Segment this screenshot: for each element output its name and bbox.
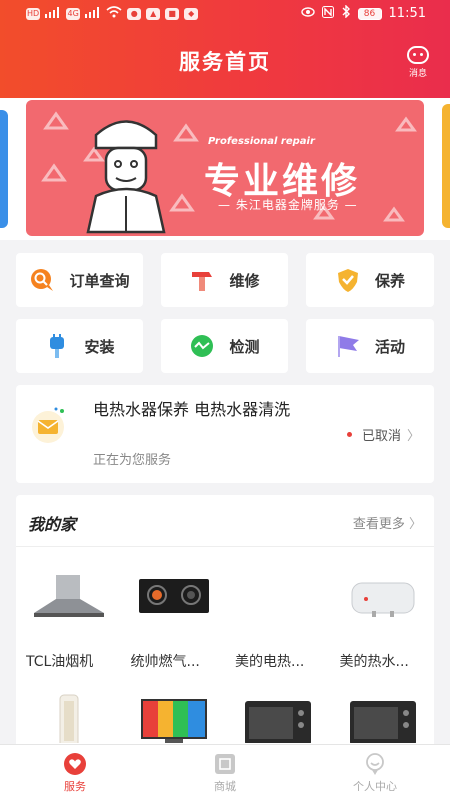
view-more-link[interactable]: 查看更多 〉: [353, 513, 422, 532]
app-notification-icon: ◆: [184, 7, 199, 20]
tab-label: 服务: [64, 780, 86, 793]
heart-icon: [64, 753, 86, 775]
shield-icon: [335, 267, 361, 293]
clock: 11:51: [388, 6, 426, 21]
status-right: 86 11:51: [300, 4, 426, 22]
appliance-name: 美的电热...: [235, 654, 305, 670]
tab-label: 个人中心: [353, 780, 397, 793]
carousel-prev-card[interactable]: [0, 110, 8, 228]
eye-icon: [300, 6, 315, 21]
battery-icon: 86: [357, 7, 382, 20]
network-4g-badge: 4G: [66, 7, 81, 20]
range-hood-icon: [34, 575, 104, 617]
service-order-query[interactable]: 订单查询: [16, 253, 143, 307]
tab-profile[interactable]: 个人中心: [300, 745, 450, 800]
appliance-item[interactable]: 美的电热...: [225, 573, 330, 675]
banner-tagline: — 朱江电器金牌服务 —: [218, 198, 358, 212]
search-bubble-icon: [29, 267, 55, 293]
envelope-icon: [28, 407, 68, 443]
service-activity[interactable]: 活动: [306, 319, 434, 373]
messages-button[interactable]: 消息: [400, 46, 436, 79]
order-subtitle: 正在为您服务: [93, 453, 172, 468]
bluetooth-icon: [341, 4, 351, 22]
appliance-name: 统帅燃气...: [130, 654, 200, 670]
oven-icon: [349, 701, 416, 743]
my-home-header: 我的家 查看更多 〉: [16, 495, 434, 547]
signal-icon: [45, 6, 61, 21]
my-home-section: 我的家 查看更多 〉 TCL油烟机 统帅燃气... 美的电热... 美的热水..…: [16, 495, 434, 755]
service-install[interactable]: 安装: [16, 319, 143, 373]
signal-icon: [85, 6, 101, 21]
appliance-item[interactable]: 统帅燃气...: [121, 573, 226, 675]
pulse-icon: [189, 333, 215, 359]
appliance-item[interactable]: 美的热水...: [330, 573, 435, 675]
appliance-name: TCL油烟机: [26, 654, 94, 670]
status-left: HD 4G ● ▲ ■ ◆: [26, 6, 199, 21]
service-label: 订单查询: [69, 271, 130, 290]
tab-service[interactable]: 服务: [0, 745, 150, 800]
shop-icon: [215, 754, 235, 774]
carousel-next-card[interactable]: [442, 104, 450, 228]
banner-subtitle: Professional repair: [208, 136, 315, 147]
chat-icon: [407, 46, 429, 64]
app-notification-icon: ■: [165, 7, 180, 20]
order-title: 电热水器保养 电热水器清洗: [93, 400, 291, 419]
service-label: 安装: [84, 337, 115, 356]
tab-mall[interactable]: 商城: [150, 745, 300, 800]
view-more-label: 查看更多: [352, 517, 405, 532]
profile-icon: [366, 753, 384, 775]
banner-professional-repair[interactable]: Professional repair 专业维修 — 朱江电器金牌服务 —: [26, 100, 424, 236]
tab-label: 商城: [214, 780, 236, 793]
page-title: 服务首页: [179, 50, 271, 74]
wifi-icon: [106, 6, 122, 21]
hammer-icon: [189, 267, 215, 293]
status-bar: HD 4G ● ▲ ■ ◆ 86 11:51: [0, 0, 450, 26]
chevron-right-icon: 〉: [406, 429, 420, 444]
section-title: 我的家: [28, 515, 77, 534]
messages-label: 消息: [408, 69, 427, 79]
television-icon: [140, 699, 207, 743]
service-maintenance[interactable]: 保养: [306, 253, 434, 307]
air-conditioner-icon: [59, 694, 79, 743]
appliance-item[interactable]: TCL油烟机: [16, 573, 121, 675]
order-status: 已取消 〉: [346, 425, 420, 444]
service-label: 保养: [374, 271, 405, 290]
flag-icon: [335, 333, 361, 359]
bottom-tab-bar: 服务 商城 个人中心: [0, 744, 450, 800]
service-inspection[interactable]: 检测: [161, 319, 288, 373]
app-notification-icon: ●: [127, 7, 142, 20]
gas-stove-icon: [138, 579, 209, 613]
current-order-card[interactable]: 电热水器保养 电热水器清洗 正在为您服务 已取消 〉: [16, 385, 434, 483]
app-notification-icon: ▲: [146, 7, 161, 20]
appliance-name: 美的热水...: [339, 654, 409, 670]
service-label: 活动: [374, 337, 405, 356]
plug-icon: [44, 333, 70, 359]
service-grid: 订单查询 维修 保养 安装 检测 活动: [16, 253, 434, 373]
status-dot-icon: [346, 432, 352, 437]
hd-badge: HD: [26, 7, 41, 20]
nfc-icon: [321, 5, 334, 22]
water-heater-icon: [351, 582, 414, 617]
service-label: 检测: [229, 337, 260, 356]
oven-icon: [245, 701, 311, 743]
chevron-right-icon: 〉: [408, 517, 422, 532]
appliance-list: TCL油烟机 统帅燃气... 美的电热... 美的热水...: [16, 573, 434, 675]
order-status-label: 已取消: [361, 429, 401, 444]
service-label: 维修: [229, 271, 260, 290]
service-repair[interactable]: 维修: [161, 253, 288, 307]
